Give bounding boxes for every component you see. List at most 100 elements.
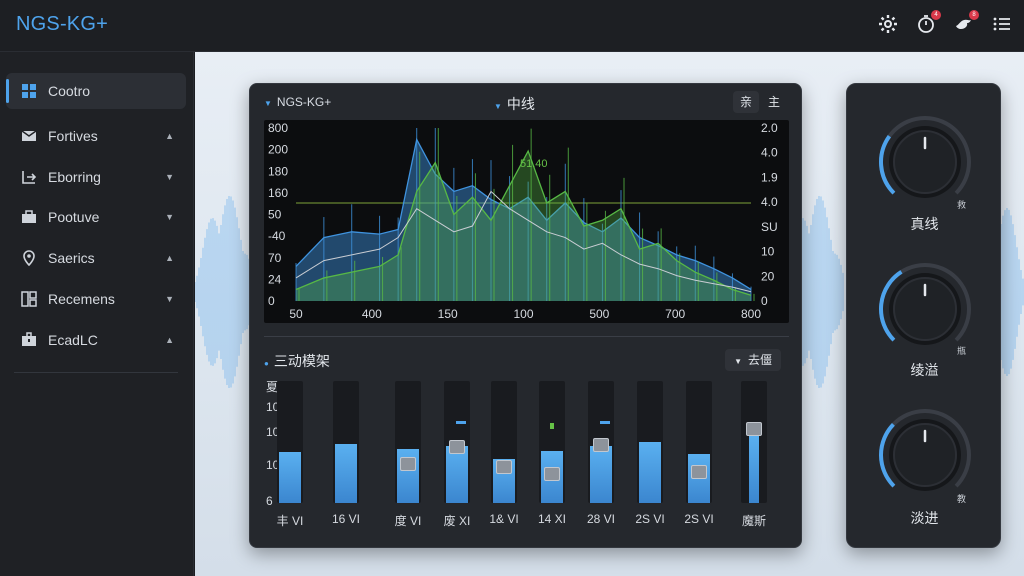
spectrum-chart: 800 200 180 160 50 -40 70 24 0 2.0 4.0 1.9 4.0 SU 10 20…	[264, 120, 789, 323]
eq-fader[interactable]	[444, 381, 470, 503]
eq-dropdown-label: 去僵	[747, 353, 772, 367]
location-pin-icon	[20, 249, 38, 267]
panel-mode-label: 中线	[506, 96, 535, 112]
chevron-down-icon[interactable]: ▼	[165, 212, 174, 222]
eq-fader[interactable]	[491, 381, 517, 503]
fader-thumb[interactable]	[593, 438, 609, 452]
knob-label: 淡进	[910, 510, 939, 526]
fader-label: 14 XI	[537, 512, 567, 526]
panel-button-a[interactable]: 亲	[732, 91, 759, 113]
caret-down-icon: ▼	[494, 102, 502, 111]
caret-down-icon: ▼	[264, 99, 272, 108]
sidebar-item-cootro[interactable]: Cootro	[6, 73, 186, 109]
y-left-tick-label: 50	[268, 208, 282, 222]
knob-aux-label: 教	[957, 494, 967, 504]
panel-source-selector[interactable]: ▼ NGS-KG+	[264, 95, 331, 109]
rotary-knob-1[interactable]	[877, 114, 973, 210]
spectrum-series-green-area	[296, 151, 751, 301]
x-tick-label: 150	[438, 307, 458, 321]
sidebar-item-label: Cootro	[48, 83, 91, 99]
sidebar-item-pootuve[interactable]: Pootuve ▼	[6, 199, 186, 235]
fader-thumb[interactable]	[400, 457, 416, 471]
menu-icon[interactable]	[990, 12, 1014, 36]
panel-separator	[264, 336, 789, 337]
sidebar-item-label: Fortives	[48, 128, 98, 144]
fader-thumb[interactable]	[746, 422, 762, 436]
sidebar: Cootro Fortives ▲ Eborring ▼ Pootuve ▼ S…	[0, 52, 194, 576]
sidebar-item-label: Saerics	[48, 250, 95, 266]
eq-title-label: 三动模架	[273, 353, 330, 369]
chevron-up-icon[interactable]: ▲	[165, 253, 174, 263]
eq-fader[interactable]	[539, 381, 565, 503]
knob-dial	[879, 409, 971, 491]
knob-aux-label: 救	[957, 200, 967, 210]
sidebar-item-saerics[interactable]: Saerics ▲	[6, 240, 186, 276]
fader-label: 2S VI	[684, 512, 714, 526]
x-tick-label: 50	[289, 307, 303, 321]
chevron-down-icon[interactable]: ▼	[165, 172, 174, 182]
y-left-tick-label: 0	[268, 294, 275, 308]
spectrum-plot: 80020018016050-40702402.04.01.94.0SU1020…	[268, 121, 778, 321]
app-title: NGS-KG+	[16, 13, 108, 35]
fader-thumb[interactable]	[544, 467, 560, 481]
fader-peak-marker	[550, 423, 554, 429]
eq-fader[interactable]	[686, 381, 712, 503]
eq-dropdown-button[interactable]: ▼ 去僵	[725, 349, 781, 371]
panel-mode-selector[interactable]: ▼ 中线	[494, 94, 535, 114]
y-left-tick-label: 180	[268, 164, 288, 178]
knob-dial	[879, 263, 971, 345]
knob-aux-label: 瓶	[957, 346, 967, 356]
mail-icon	[20, 127, 38, 145]
fader-thumb[interactable]	[691, 465, 707, 479]
y-left-tick-label: 24	[268, 272, 282, 286]
fader-level	[279, 452, 301, 503]
bird-icon[interactable]: 8	[952, 10, 979, 36]
fader-thumb[interactable]	[496, 460, 512, 474]
sidebar-item-label: Pootuve	[48, 209, 100, 225]
sidebar-item-eborring[interactable]: Eborring ▼	[6, 159, 186, 195]
knob-label: 真线	[910, 216, 939, 232]
chevron-up-icon[interactable]: ▲	[165, 131, 174, 141]
eq-fader[interactable]	[637, 381, 663, 503]
fader-level	[590, 446, 612, 503]
fader-level	[639, 442, 661, 503]
fader-label: 丰 VI	[276, 514, 304, 528]
export-icon	[20, 168, 38, 186]
top-bar: NGS-KG+ 4 8	[0, 0, 1024, 52]
y-right-tick-label: 0	[761, 294, 768, 308]
x-tick-label: 700	[665, 307, 685, 321]
case-icon	[20, 331, 38, 349]
y-right-tick-label: 1.9	[761, 170, 778, 184]
y-left-tick-label: 70	[268, 251, 282, 265]
x-tick-label: 400	[362, 307, 382, 321]
eq-fader[interactable]	[333, 381, 359, 503]
x-tick-label: 100	[513, 307, 533, 321]
peak-readout: 51.40	[520, 158, 548, 170]
rotary-knob-3[interactable]	[877, 407, 973, 503]
chevron-down-icon[interactable]: ▼	[165, 294, 174, 304]
y-left-tick-label: 800	[268, 121, 288, 135]
knob-dial	[879, 116, 971, 198]
fader-thumb[interactable]	[449, 440, 465, 454]
sidebar-item-fortives[interactable]: Fortives ▲	[6, 118, 186, 154]
layout-icon	[20, 290, 38, 308]
eq-scale-label: 6	[266, 494, 273, 508]
timer-icon[interactable]: 4	[914, 10, 941, 36]
bird-badge: 8	[969, 10, 979, 20]
sidebar-item-ecadlc[interactable]: EcadLC ▲	[6, 322, 186, 358]
chevron-up-icon[interactable]: ▲	[165, 335, 174, 345]
sidebar-item-recemens[interactable]: Recemens ▼	[6, 281, 186, 317]
y-left-tick-label: -40	[268, 229, 286, 243]
eq-section-title: ● 三动模架	[264, 351, 330, 371]
panel-button-b[interactable]: 主	[761, 91, 787, 113]
eq-fader[interactable]	[395, 381, 421, 503]
eq-fader[interactable]	[741, 381, 767, 503]
gear-icon[interactable]	[876, 12, 900, 36]
knob-label: 绫溢	[910, 362, 939, 378]
rotary-knob-2[interactable]	[877, 261, 973, 357]
fader-label: 1& VI	[489, 512, 519, 526]
top-icon-group: 4 8	[876, 10, 1014, 36]
caret-down-icon: ▼	[734, 357, 742, 366]
eq-fader[interactable]	[277, 381, 303, 503]
eq-fader[interactable]	[588, 381, 614, 503]
